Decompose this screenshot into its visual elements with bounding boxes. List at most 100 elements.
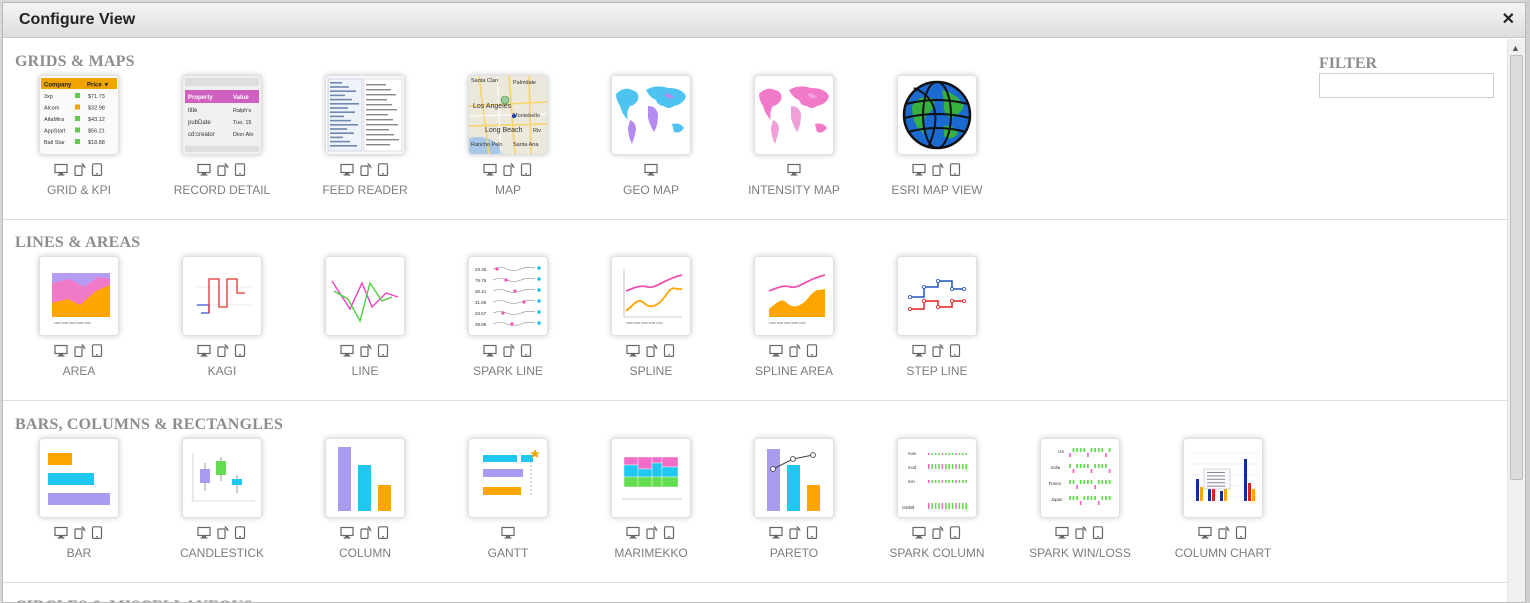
- scroll-up-icon[interactable]: ▲: [1511, 43, 1520, 53]
- view-tile-label: MAP: [494, 183, 521, 197]
- line-chart-icon[interactable]: [325, 256, 405, 336]
- svg-text:$32.98: $32.98: [88, 106, 105, 112]
- grid-kpi-icon[interactable]: Company Price ▼ 3xp $71.73 Alcom $32.98 AltaMi…: [39, 75, 119, 155]
- tablet-icon: [90, 163, 104, 181]
- view-tile-intensity-map[interactable]: INTENSITY MAP: [731, 75, 857, 215]
- phone-icon: [644, 343, 658, 362]
- svg-text:Tue, 15: Tue, 15: [233, 120, 251, 126]
- phone-icon: [358, 343, 372, 362]
- tablet-icon: [233, 344, 247, 362]
- supported-devices: [302, 525, 428, 544]
- phone-icon: [1216, 525, 1230, 544]
- view-tile-esri-map-view[interactable]: ESRI MAP VIEW: [874, 75, 1000, 215]
- column-chart-icon[interactable]: [325, 438, 405, 518]
- view-tile-pareto[interactable]: PARETO: [731, 438, 857, 578]
- view-tile-step-line[interactable]: STEP LINE: [874, 256, 1000, 396]
- map-icon[interactable]: Santa Clari Palmdale Los Angeles Montebello…: [468, 75, 548, 155]
- desktop-icon: [483, 344, 497, 362]
- view-tile-gantt[interactable]: GANTT: [445, 438, 571, 578]
- spark-column-icon[interactable]: max mod min rainfall: [897, 438, 977, 518]
- intensity-map-icon[interactable]: [754, 75, 834, 155]
- view-tile-candlestick[interactable]: CANDLESTICK: [159, 438, 285, 578]
- dialog-titlebar: Configure View ✕: [3, 3, 1525, 38]
- view-tile-column-chart[interactable]: COLUMN CHART: [1160, 438, 1286, 578]
- phone-icon: [501, 162, 515, 181]
- scrollbar-thumb[interactable]: [1510, 55, 1523, 480]
- kagi-chart-icon[interactable]: [182, 256, 262, 336]
- tablet-icon: [519, 163, 533, 181]
- view-tile-kagi[interactable]: KAGI: [159, 256, 285, 396]
- spark-line-icon[interactable]: 23.45 76.76 30.41 31.65 33.57 39.85: [468, 256, 548, 336]
- view-tile-marimekko[interactable]: MARIMEKKO: [588, 438, 714, 578]
- view-tile-grid-kpi[interactable]: Company Price ▼ 3xp $71.73 Alcom $32.98 AltaMi…: [16, 75, 142, 215]
- supported-devices: [1017, 525, 1143, 544]
- view-tile-label: COLUMN CHART: [1174, 546, 1272, 560]
- pareto-icon[interactable]: [754, 438, 834, 518]
- phone-icon: [215, 162, 229, 181]
- view-tile-bar[interactable]: BAR: [16, 438, 142, 578]
- desktop-icon: [769, 526, 783, 544]
- desktop-icon: [644, 163, 658, 181]
- record-detail-icon[interactable]: Property Value title Ralph's pubDate Tue, 15 c…: [182, 75, 262, 155]
- supported-devices: [16, 343, 142, 362]
- step-line-icon[interactable]: [897, 256, 977, 336]
- phone-icon: [930, 525, 944, 544]
- geo-map-icon[interactable]: [611, 75, 691, 155]
- view-tile-spline[interactable]: 1980 1990 2000 2005 2010 SPLINE: [588, 256, 714, 396]
- view-tile-label: GRID & KPI: [46, 183, 111, 197]
- supported-devices: [588, 525, 714, 544]
- svg-text:$71.73: $71.73: [88, 94, 105, 100]
- view-tile-line[interactable]: LINE: [302, 256, 428, 396]
- view-tile-spark-line[interactable]: 23.45 76.76 30.41 31.65 33.57 39.85 SPARK LINE: [445, 256, 571, 396]
- supported-devices: [16, 525, 142, 544]
- tablet-icon: [519, 344, 533, 362]
- view-tile-spline-area[interactable]: 1980 1990 2000 2005 2010 SPLINE AREA: [731, 256, 857, 396]
- phone-icon: [72, 343, 86, 362]
- desktop-icon: [340, 163, 354, 181]
- column-chart-alt-icon[interactable]: [1183, 438, 1263, 518]
- view-tile-column[interactable]: COLUMN: [302, 438, 428, 578]
- svg-text:Palmdale: Palmdale: [513, 80, 536, 86]
- outer-page-scrollbar: [1526, 0, 1530, 603]
- svg-text:Company: Company: [44, 83, 72, 89]
- close-icon[interactable]: ✕: [1502, 9, 1515, 29]
- view-tile-map[interactable]: Santa Clari Palmdale Los Angeles Montebello…: [445, 75, 571, 215]
- view-tile-label: AREA: [62, 364, 96, 378]
- view-tile-record-detail[interactable]: Property Value title Ralph's pubDate Tue, 15 c…: [159, 75, 285, 215]
- phone-icon: [930, 343, 944, 362]
- svg-text:Price ▼: Price ▼: [87, 83, 109, 89]
- desktop-icon: [54, 526, 68, 544]
- spline-chart-icon[interactable]: 1980 1990 2000 2005 2010: [611, 256, 691, 336]
- view-tile-feed-reader[interactable]: FEED READER: [302, 75, 428, 215]
- view-tile-spark-column[interactable]: max mod min rainfall SPARK COLUMN: [874, 438, 1000, 578]
- phone-icon: [72, 525, 86, 544]
- svg-text:US: US: [1058, 449, 1064, 454]
- area-chart-icon[interactable]: 1980 1990 2000 2005 2010: [39, 256, 119, 336]
- filter-input[interactable]: [1319, 73, 1494, 98]
- dialog-content: FILTER GRIDS & MAPS Company Price ▼ 3xp $71.…: [3, 39, 1507, 602]
- view-tile-spark-win-loss[interactable]: US India France Japan SPARK WIN/LOSS: [1017, 438, 1143, 578]
- supported-devices: [302, 162, 428, 181]
- tablet-icon: [662, 526, 676, 544]
- svg-text:max: max: [908, 451, 917, 456]
- supported-devices: [731, 343, 857, 362]
- marimekko-icon[interactable]: [611, 438, 691, 518]
- feed-reader-icon[interactable]: [325, 75, 405, 155]
- candlestick-icon[interactable]: [182, 438, 262, 518]
- spark-win-loss-icon[interactable]: US India France Japan: [1040, 438, 1120, 518]
- esri-globe-icon[interactable]: [897, 75, 977, 155]
- spline-area-icon[interactable]: 1980 1990 2000 2005 2010: [754, 256, 834, 336]
- view-tile-label: SPLINE: [629, 364, 673, 378]
- view-tile-geo-map[interactable]: GEO MAP: [588, 75, 714, 215]
- dialog-scrollbar[interactable]: ▲: [1507, 39, 1525, 602]
- tablet-icon: [376, 163, 390, 181]
- desktop-icon: [912, 526, 926, 544]
- dialog-title: Configure View: [19, 11, 136, 28]
- supported-devices: [159, 343, 285, 362]
- bar-chart-icon[interactable]: [39, 438, 119, 518]
- svg-text:Japan: Japan: [1051, 497, 1063, 502]
- gantt-icon[interactable]: [468, 438, 548, 518]
- svg-text:Value: Value: [233, 95, 249, 101]
- view-tile-area[interactable]: 1980 1990 2000 2005 2010 AREA: [16, 256, 142, 396]
- desktop-icon: [54, 344, 68, 362]
